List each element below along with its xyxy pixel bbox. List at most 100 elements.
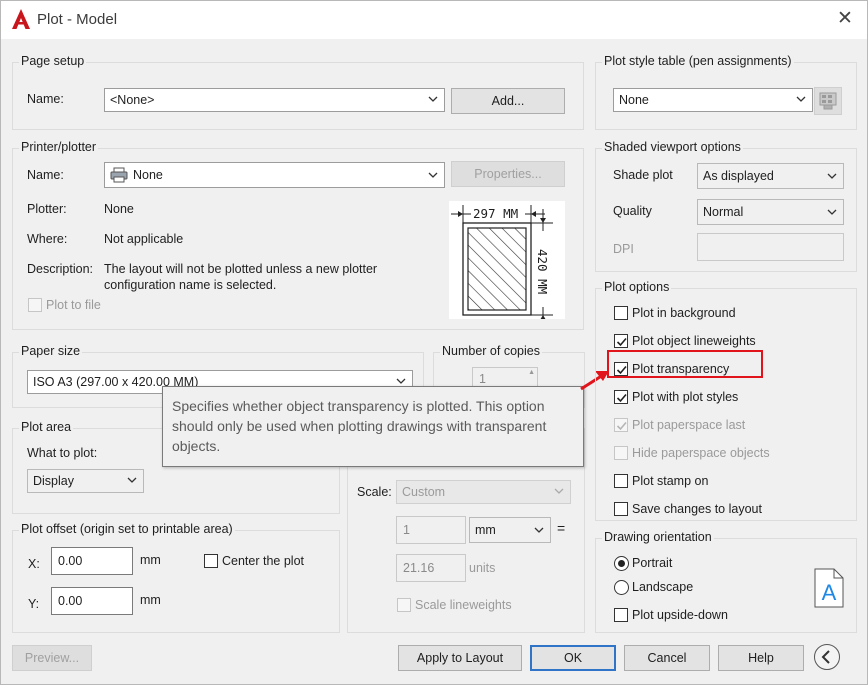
offset-x-label: X:	[28, 557, 40, 571]
chevron-down-icon	[396, 378, 406, 384]
ok-button-label: OK	[563, 651, 583, 665]
transparency-tooltip: Specifies whether object transparency is…	[162, 386, 584, 467]
plot-option-checkbox[interactable]	[614, 474, 628, 488]
quality-select[interactable]: Normal	[697, 199, 844, 225]
offset-y-input[interactable]: 0.00	[51, 587, 133, 615]
plot-to-file-checkbox[interactable]	[28, 298, 42, 312]
radio-selected-dot	[618, 560, 625, 567]
shade-plot-select[interactable]: As displayed	[697, 163, 844, 189]
printer-name-select[interactable]: None	[104, 162, 445, 188]
plot-option-label: Plot in background	[632, 306, 736, 320]
scale-unit-value: mm	[475, 523, 496, 537]
window-title: Plot - Model	[37, 11, 118, 28]
chevron-left-icon	[821, 650, 830, 664]
add-page-setup-button[interactable]: Add...	[451, 88, 565, 114]
stepper-up-icon[interactable]: ▲	[528, 368, 535, 378]
chevron-down-icon	[127, 477, 137, 483]
preview-height-label: 420 MM	[535, 249, 550, 295]
plotter-label: Plotter:	[27, 202, 67, 216]
scale-value: Custom	[402, 485, 446, 499]
scale-lineweights-label: Scale lineweights	[415, 598, 512, 612]
plot-to-file-label: Plot to file	[46, 298, 101, 312]
tooltip-line-3: objects.	[172, 438, 221, 454]
collapse-options-button[interactable]	[814, 644, 840, 670]
what-to-plot-value: Display	[33, 474, 74, 488]
where-value: Not applicable	[104, 232, 184, 246]
plot-option-checkbox[interactable]	[614, 446, 628, 460]
plot-option-checkbox[interactable]	[614, 418, 628, 432]
dpi-input[interactable]	[697, 233, 844, 261]
cancel-button[interactable]: Cancel	[624, 645, 710, 671]
plot-option-label: Plot paperspace last	[632, 418, 746, 432]
center-plot-checkbox[interactable]	[204, 554, 218, 568]
plot-style-select[interactable]: None	[613, 88, 813, 112]
printer-name-value: None	[133, 168, 163, 182]
upside-down-checkbox[interactable]	[614, 608, 628, 622]
landscape-radio[interactable]	[614, 580, 629, 595]
copies-title: Number of copies	[440, 344, 542, 358]
portrait-radio[interactable]	[614, 556, 629, 571]
apply-to-layout-button[interactable]: Apply to Layout	[398, 645, 522, 671]
what-to-plot-select[interactable]: Display	[27, 469, 144, 493]
offset-y-unit: mm	[140, 593, 161, 607]
copies-value: 1	[479, 372, 486, 386]
plot-area-title: Plot area	[19, 420, 74, 434]
printer-icon	[110, 167, 128, 183]
plot-option-label: Plot object lineweights	[632, 334, 756, 348]
checkmark-icon	[616, 393, 627, 403]
scale-lineweights-checkbox[interactable]	[397, 598, 411, 612]
portrait-orientation-icon: A	[814, 568, 844, 608]
preview-button[interactable]: Preview...	[12, 645, 92, 671]
plotter-value: None	[104, 202, 134, 216]
portrait-label: Portrait	[632, 556, 673, 570]
scale-value-2-input[interactable]: 21.16	[396, 554, 466, 582]
scale-unit-select[interactable]: mm	[469, 517, 551, 543]
plot-option-label: Plot stamp on	[632, 474, 709, 488]
page-setup-name-select[interactable]: <None>	[104, 88, 445, 112]
plot-offset-group: Plot offset (origin set to printable are…	[12, 522, 340, 633]
plot-option-checkbox[interactable]	[614, 390, 628, 404]
page-setup-title: Page setup	[19, 54, 87, 68]
properties-button[interactable]: Properties...	[451, 161, 565, 187]
edit-plot-style-button[interactable]	[814, 87, 842, 115]
cancel-button-label: Cancel	[647, 651, 687, 665]
plot-options-title: Plot options	[602, 280, 672, 294]
title-bar: Plot - Model ✕	[1, 1, 867, 39]
offset-y-label: Y:	[28, 597, 40, 611]
plot-offset-title: Plot offset (origin set to printable are…	[19, 522, 235, 536]
scale-label: Scale:	[357, 485, 392, 499]
scale-select[interactable]: Custom	[396, 480, 571, 504]
scale-value-1-input[interactable]: 1	[396, 516, 466, 544]
chevron-down-icon	[534, 527, 544, 533]
chevron-down-icon	[827, 173, 837, 179]
plot-style-value: None	[619, 93, 649, 107]
help-button[interactable]: Help	[718, 645, 804, 671]
where-label: Where:	[27, 232, 68, 246]
scale-equals: =	[557, 520, 566, 536]
dpi-label: DPI	[613, 242, 634, 256]
ok-button[interactable]: OK	[530, 645, 616, 671]
plot-option-checkbox[interactable]	[614, 502, 628, 516]
description-label: Description:	[27, 262, 93, 276]
plot-style-title: Plot style table (pen assignments)	[602, 54, 794, 68]
paper-size-title: Paper size	[19, 344, 83, 358]
what-to-plot-label: What to plot:	[27, 446, 98, 460]
plot-style-editor-icon	[819, 92, 837, 110]
page-setup-name-label: Name:	[27, 92, 64, 106]
offset-x-input[interactable]: 0.00	[51, 547, 133, 575]
svg-text:A: A	[822, 580, 837, 605]
offset-x-value: 0.00	[58, 554, 83, 568]
plot-option-checkbox[interactable]	[614, 334, 628, 348]
plot-option-label: Save changes to layout	[632, 502, 762, 516]
plot-option-checkbox[interactable]	[614, 306, 628, 320]
description-line-1: The layout will not be plotted unless a …	[104, 262, 378, 276]
close-button[interactable]: ✕	[835, 9, 855, 29]
chevron-down-icon	[827, 209, 837, 215]
chevron-down-icon	[428, 96, 438, 102]
center-plot-label: Center the plot	[222, 554, 304, 568]
offset-x-unit: mm	[140, 553, 161, 567]
plot-option-label: Plot with plot styles	[632, 390, 739, 404]
tooltip-line-1: Specifies whether object transparency is…	[172, 398, 545, 414]
preview-width-label: 297 MM	[472, 206, 520, 221]
orientation-title: Drawing orientation	[602, 530, 714, 544]
